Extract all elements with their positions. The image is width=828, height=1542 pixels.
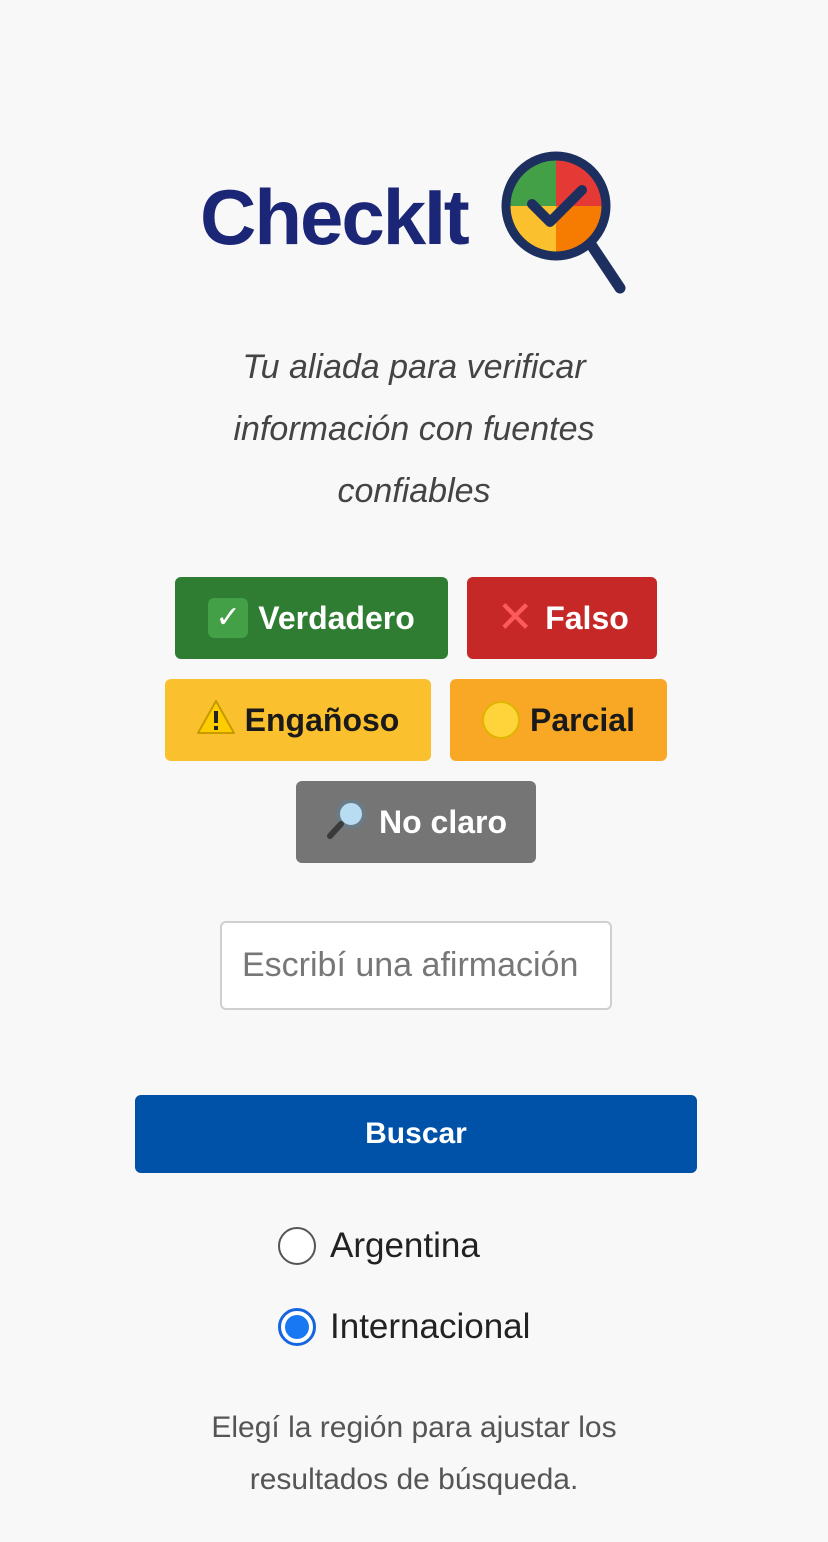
badge-verdadero[interactable]: ✓ Verdadero [175,577,448,659]
radio-button-selected[interactable] [278,1308,316,1346]
badge-label: No claro [378,803,508,840]
badge-parcial[interactable]: Parcial [450,679,667,761]
magnifier-icon [325,797,369,847]
badge-label: Verdadero [258,599,415,636]
yellow-circle-icon [482,701,521,739]
radio-button[interactable] [278,1227,316,1265]
region-label: Internacional [330,1307,531,1346]
region-option-argentina[interactable]: Argentina [278,1226,480,1266]
region-help-text: Elegí la región para ajustar los resulta… [211,1411,617,1496]
search-button[interactable]: Buscar [135,1095,697,1173]
badge-falso[interactable]: ✕ Falso [467,577,657,659]
logo-wordmark: CheckIt [200,173,470,261]
checkit-home: CheckIt Tu aliada para verificar informa… [0,0,828,1542]
tagline: Tu aliada para verificar información con… [233,348,595,510]
badge-label: Parcial [530,701,635,738]
magnifier-check-icon [500,150,630,300]
region-option-internacional[interactable]: Internacional [278,1307,530,1347]
app-logo: CheckIt [200,150,640,300]
warning-icon [196,699,235,741]
badge-label: Engañoso [244,701,400,738]
badge-label: Falso [545,599,629,636]
claim-search-input[interactable] [220,921,612,1010]
badge-no-claro[interactable]: No claro [296,781,536,863]
check-mark-icon: ✓ [208,598,249,638]
cross-mark-icon: ✕ [496,593,534,642]
badge-enganoso[interactable]: Engañoso [165,679,431,761]
region-label: Argentina [330,1226,480,1265]
